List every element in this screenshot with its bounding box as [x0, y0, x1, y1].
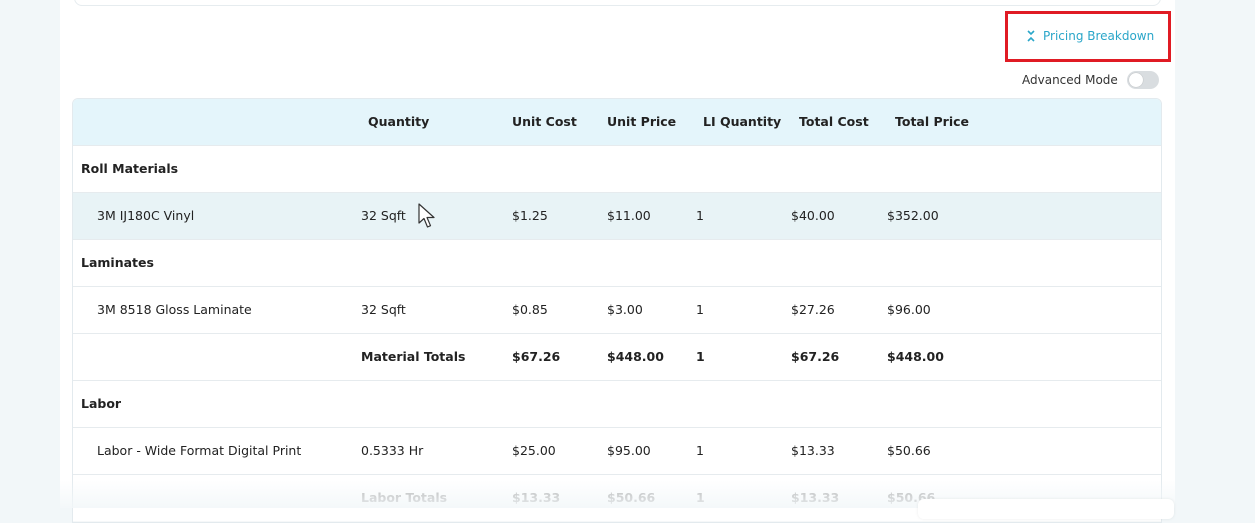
item-name: 3M IJ180C Vinyl: [97, 208, 195, 223]
totals-unit-cost: $67.26: [512, 349, 561, 364]
bottom-floating-panel: [918, 499, 1174, 519]
totals-total-cost: $13.33: [791, 490, 840, 505]
item-name: Labor - Wide Format Digital Print: [97, 443, 302, 458]
header-unit-price: Unit Price: [607, 114, 677, 129]
item-quantity: 0.5333 Hr: [361, 443, 424, 458]
toggle-knob: [1128, 73, 1143, 87]
table-row[interactable]: 3M 8518 Gloss Laminate 32 Sqft $0.85 $3.…: [73, 287, 1161, 334]
header-quantity: Quantity: [368, 114, 430, 129]
table-header-row: Quantity Unit Cost Unit Price LI Quantit…: [73, 99, 1161, 146]
item-li-quantity: 1: [696, 443, 704, 458]
header-total-price: Total Price: [895, 114, 969, 129]
item-unit-cost: $1.25: [512, 208, 548, 223]
section-row-laminates: Laminates: [73, 240, 1161, 287]
item-total-price: $96.00: [887, 302, 931, 317]
item-total-cost: $40.00: [791, 208, 835, 223]
item-total-cost: $27.26: [791, 302, 835, 317]
pricing-breakdown-label: Pricing Breakdown: [1043, 29, 1155, 43]
item-li-quantity: 1: [696, 302, 704, 317]
section-row-roll-materials: Roll Materials: [73, 146, 1161, 193]
header-unit-cost: Unit Cost: [512, 114, 577, 129]
item-quantity: 32 Sqft: [361, 208, 406, 223]
section-title: Laminates: [81, 255, 154, 270]
item-li-quantity: 1: [696, 208, 704, 223]
item-name: 3M 8518 Gloss Laminate: [97, 302, 252, 317]
item-quantity: 32 Sqft: [361, 302, 406, 317]
item-unit-cost: $25.00: [512, 443, 556, 458]
advanced-mode-label: Advanced Mode: [1022, 73, 1118, 87]
totals-li-quantity: 1: [696, 490, 705, 505]
header-li-quantity: LI Quantity: [703, 114, 782, 129]
table-row[interactable]: Labor - Wide Format Digital Print 0.5333…: [73, 428, 1161, 475]
totals-label: Labor Totals: [361, 490, 448, 505]
item-unit-price: $3.00: [607, 302, 643, 317]
totals-unit-price: $448.00: [607, 349, 664, 364]
section-title: Roll Materials: [81, 161, 179, 176]
totals-li-quantity: 1: [696, 349, 705, 364]
section-title: Labor: [81, 396, 122, 411]
totals-unit-price: $50.66: [607, 490, 656, 505]
advanced-mode-control: Advanced Mode: [1022, 71, 1159, 89]
totals-total-price: $448.00: [887, 349, 944, 364]
table-row[interactable]: 3M IJ180C Vinyl 32 Sqft $1.25 $11.00 1 $…: [73, 193, 1161, 240]
item-total-price: $352.00: [887, 208, 939, 223]
item-unit-cost: $0.85: [512, 302, 548, 317]
pricing-breakdown-toggle[interactable]: Pricing Breakdown: [1026, 29, 1154, 43]
item-unit-price: $11.00: [607, 208, 651, 223]
totals-total-cost: $67.26: [791, 349, 840, 364]
pricing-table: Quantity Unit Cost Unit Price LI Quantit…: [72, 98, 1162, 523]
material-totals-row: Material Totals $67.26 $448.00 1 $67.26 …: [73, 334, 1161, 381]
header-total-cost: Total Cost: [799, 114, 869, 129]
advanced-mode-toggle[interactable]: [1126, 71, 1159, 89]
item-unit-price: $95.00: [607, 443, 651, 458]
totals-label: Material Totals: [361, 349, 466, 364]
item-total-cost: $13.33: [791, 443, 835, 458]
section-row-labor: Labor: [73, 381, 1161, 428]
mouse-pointer-icon: [418, 203, 436, 232]
top-panel-edge: [74, 0, 1161, 6]
totals-unit-cost: $13.33: [512, 490, 561, 505]
item-total-price: $50.66: [887, 443, 931, 458]
collapse-chevrons-icon: [1026, 30, 1036, 42]
